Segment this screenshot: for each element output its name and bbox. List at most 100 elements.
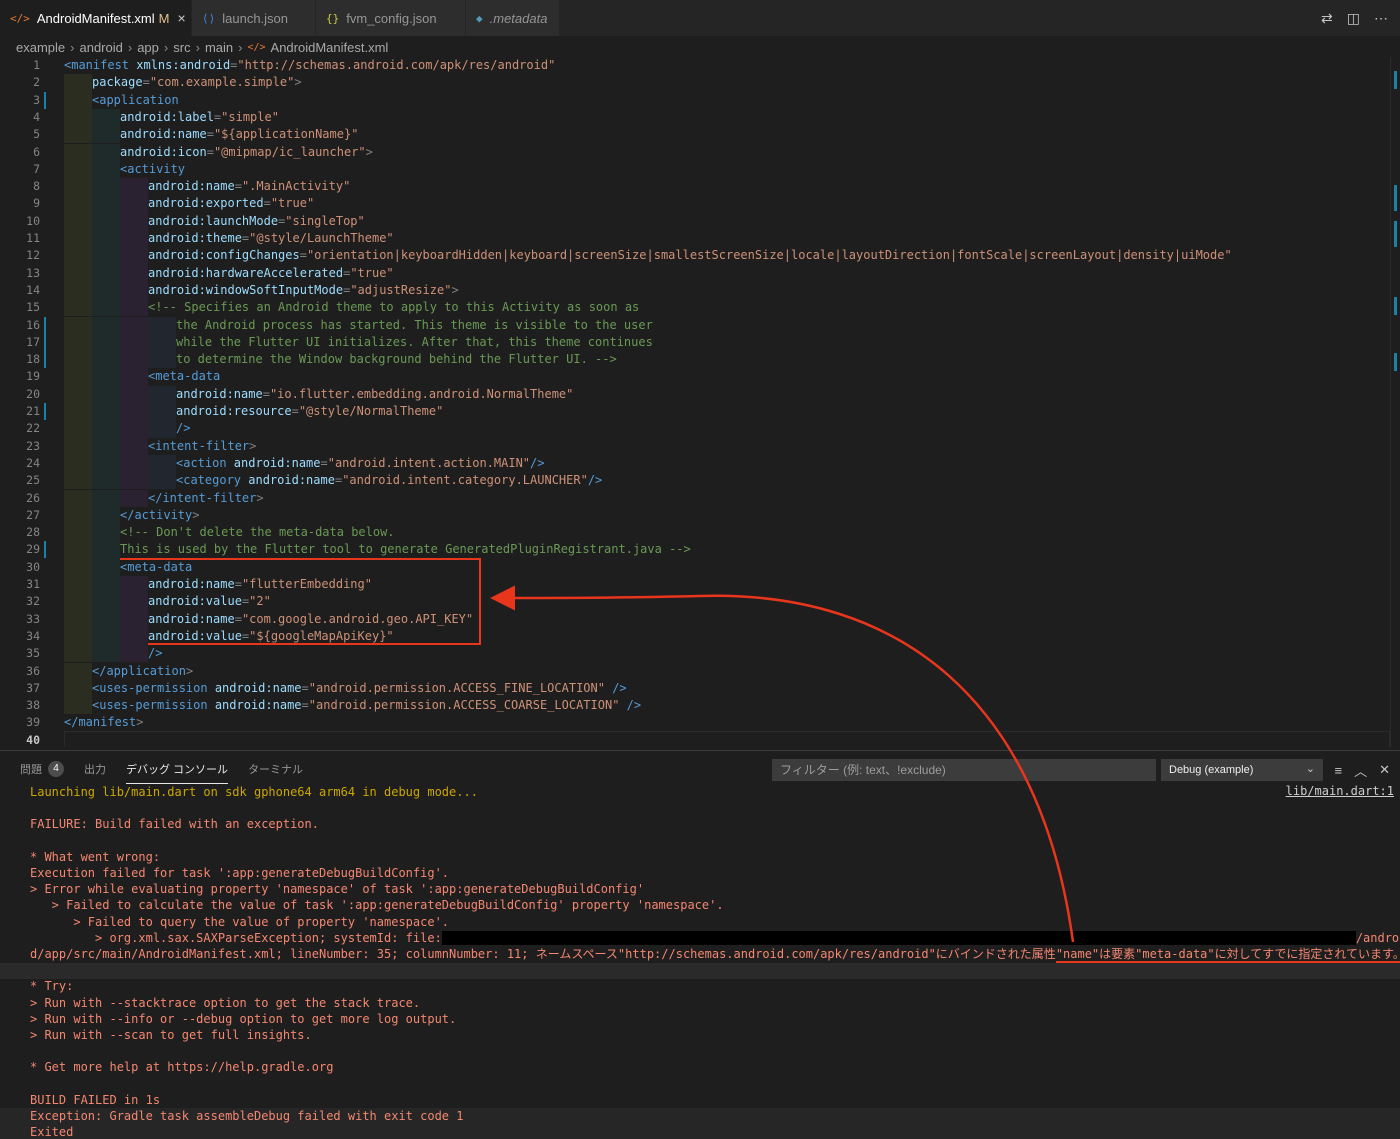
- code-line: 25 <category android:name="android.intent…: [0, 472, 1390, 490]
- code-token: <activity: [120, 161, 186, 176]
- console-text: > Failed to calculate the value of task …: [30, 898, 724, 913]
- console-line: Exited: [30, 1124, 73, 1139]
- console-text: > Run with --info or --debug option to g…: [30, 1011, 457, 1026]
- code-text: <activity: [64, 160, 186, 179]
- line-number: 11: [26, 231, 40, 245]
- console-line: > Run with --scan to get full insights.: [30, 1027, 312, 1043]
- panel-tab-2[interactable]: デバッグ コンソール: [126, 754, 229, 784]
- code-token: </manifest: [64, 715, 137, 730]
- code-token: />: [176, 421, 191, 436]
- close-panel-icon[interactable]: ✕: [1379, 762, 1390, 778]
- tab-2[interactable]: {} fvm_config.json: [316, 0, 466, 36]
- xml-file-icon: </>: [247, 41, 266, 53]
- line-number: 16: [26, 317, 40, 332]
- code-text: <application: [64, 91, 179, 109]
- console-line: > Run with --info or --debug option to g…: [30, 1011, 456, 1027]
- line-number: 21: [26, 404, 40, 418]
- breadcrumb-item[interactable]: example: [16, 40, 65, 55]
- code-token: "${applicationName}": [213, 127, 359, 142]
- code-token: =: [206, 144, 214, 159]
- code-text: android:theme="@style/LaunchTheme": [64, 230, 394, 248]
- tab-3[interactable]: ◆ .metadata: [466, 0, 560, 36]
- breadcrumb-item[interactable]: AndroidManifest.xml: [271, 40, 389, 55]
- line-number: 7: [33, 161, 40, 176]
- code-text: the Android process has started. This th…: [64, 316, 653, 334]
- breadcrumb-item[interactable]: main: [205, 40, 233, 55]
- tab-1[interactable]: ⟨⟩ launch.json: [192, 0, 316, 36]
- breadcrumb: example › android › app › src › main › </> AndroidM…: [0, 36, 1400, 58]
- bottom-panel: 問題 4 出力 デバッグ コンソール ターミナル Debug (example) ⌄ ≡…: [0, 750, 1400, 1139]
- close-icon[interactable]: ×: [178, 10, 186, 26]
- code-token: android:theme: [148, 231, 242, 245]
- debug-console-output[interactable]: lib/main.dart:1 Launching lib/main.dart …: [0, 784, 1400, 1139]
- code-line: 1 <manifest xmlns:android="http://schemas…: [0, 57, 1390, 74]
- code-token: </application: [92, 663, 186, 678]
- git-change-marker[interactable]: [44, 333, 46, 351]
- code-text: android:value="${googleMapApiKey}": [64, 627, 394, 646]
- git-change-marker[interactable]: [44, 351, 46, 369]
- console-line: * Get more help at https://help.gradle.o…: [30, 1059, 333, 1075]
- breadcrumb-item[interactable]: app: [137, 40, 159, 55]
- code-line: 30 <meta-data: [0, 558, 1390, 576]
- git-change-marker[interactable]: [44, 541, 46, 559]
- line-number: 35: [26, 646, 40, 661]
- code-token: =: [142, 75, 150, 90]
- panel-tab-1[interactable]: 出力: [84, 751, 106, 787]
- code-token: "@style/NormalTheme": [298, 404, 444, 418]
- console-text: > Failed to query the value of property …: [30, 914, 450, 929]
- git-change-marker[interactable]: [44, 316, 46, 334]
- git-change-marker[interactable]: [44, 91, 46, 109]
- split-editor-icon[interactable]: ◫: [1347, 10, 1360, 27]
- chevron-right-icon: ›: [70, 39, 75, 55]
- wrap-icon[interactable]: ≡: [1334, 763, 1342, 778]
- more-actions-icon[interactable]: ⋯: [1374, 10, 1388, 27]
- code-line: 32 android:value="2": [0, 593, 1390, 611]
- console-line: Launching lib/main.dart on sdk gphone64 …: [30, 784, 478, 800]
- code-token: android:icon: [120, 144, 207, 159]
- line-number: 8: [33, 179, 40, 194]
- code-line: 13 android:hardwareAccelerated="true": [0, 264, 1390, 282]
- code-token: android:name: [248, 473, 335, 488]
- file-type-icon: ⟨⟩: [202, 11, 216, 25]
- code-line: 5 android:name="${applicationName}": [0, 126, 1390, 144]
- code-text: </manifest>: [64, 714, 143, 731]
- highlighted-error-message: "name"は要素"meta-data"に対してすでに指定されています。: [1055, 947, 1400, 963]
- code-text: <!-- Don't delete the meta-data below.: [64, 524, 395, 542]
- code-token: <intent-filter: [148, 438, 250, 453]
- code-token: <application: [92, 92, 179, 107]
- breadcrumb-item[interactable]: src: [173, 40, 190, 55]
- maximize-panel-icon[interactable]: ︿: [1354, 761, 1367, 780]
- line-number: 26: [26, 490, 40, 505]
- line-number: 36: [26, 663, 40, 678]
- code-line: 2 package="com.example.simple">: [0, 74, 1390, 92]
- console-text: FAILURE: Build failed with an exception.: [30, 817, 319, 832]
- line-number: 17: [26, 334, 40, 349]
- code-text: />: [64, 420, 191, 438]
- console-filter-input[interactable]: [772, 759, 1156, 781]
- editor-scrollbar[interactable]: [1390, 57, 1400, 747]
- code-token: "true": [270, 196, 315, 211]
- console-line: > Failed to query the value of property …: [30, 914, 449, 930]
- code-text: android:icon="@mipmap/ic_launcher">: [64, 143, 373, 161]
- code-text: android:windowSoftInputMode="adjustResiz…: [64, 281, 459, 300]
- panel-tab-0[interactable]: 問題 4: [20, 751, 64, 787]
- tab-0[interactable]: </> AndroidManifest.xml M ×: [0, 0, 192, 36]
- console-line: > Run with --stacktrace option to get th…: [30, 995, 420, 1011]
- code-line: 9 android:exported="true": [0, 195, 1390, 213]
- tab-label: .metadata: [489, 10, 548, 26]
- panel-tab-3[interactable]: ターミナル: [248, 751, 303, 787]
- line-number: 14: [26, 282, 40, 297]
- code-token: =: [291, 404, 299, 418]
- problems-count-badge: 4: [48, 761, 64, 777]
- debug-config-select[interactable]: Debug (example) ⌄: [1161, 759, 1323, 781]
- line-number: 29: [26, 542, 40, 557]
- compare-changes-icon[interactable]: ⇄: [1321, 10, 1333, 27]
- file-type-icon: </>: [10, 11, 30, 25]
- source-link[interactable]: lib/main.dart:1: [1286, 784, 1394, 798]
- code-editor[interactable]: 1 <manifest xmlns:android="http://schemas…: [0, 57, 1400, 747]
- breadcrumb-item[interactable]: android: [79, 40, 122, 55]
- code-token: android:resource: [176, 404, 292, 418]
- code-token: ".MainActivity": [241, 179, 351, 194]
- git-change-marker[interactable]: [44, 403, 46, 420]
- code-line: 20 android:name="io.flutter.embedding.and…: [0, 385, 1390, 403]
